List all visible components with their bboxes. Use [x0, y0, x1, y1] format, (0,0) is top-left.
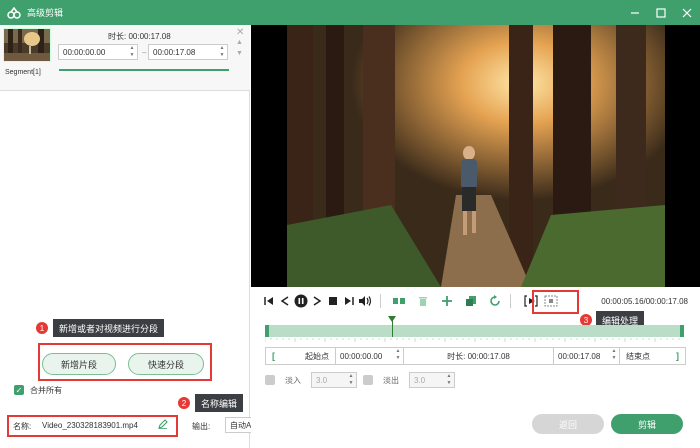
split-icon[interactable] [391, 293, 407, 309]
step-back-icon[interactable] [277, 293, 293, 309]
annotation-3-highlight [532, 290, 579, 314]
segment-close-icon[interactable]: ✕ [236, 27, 244, 38]
segment-start-field[interactable]: 00:00:00.00 ▲ ▼ [58, 44, 138, 60]
fade-in-label: 淡入 [285, 375, 301, 385]
name-label: 名称: [13, 422, 32, 431]
filename-input[interactable]: Video_230328183901.mp4 [42, 421, 138, 430]
trim-end-value: 00:00:17.08 [558, 351, 601, 361]
trim-duration: 时长: 00:00:17.08 [404, 348, 554, 364]
trim-start-value: 00:00:00.00 [340, 351, 383, 361]
pause-icon[interactable] [293, 293, 309, 309]
trim-end-spinner[interactable]: ▲ ▼ [611, 349, 617, 361]
end-point-button[interactable]: 结束点 ] [620, 348, 685, 364]
trim-start-field[interactable]: 00:00:00.00 ▲ ▼ [336, 348, 404, 364]
merge-all-label: 合并所有 [30, 386, 62, 395]
annotation-2-label: 名称编辑 [195, 394, 244, 412]
add-icon[interactable] [439, 293, 455, 309]
quick-split-button[interactable]: 快速分段 [128, 353, 204, 375]
segment-end-field[interactable]: 00:00:17.08 ▲ ▼ [148, 44, 228, 60]
go-to-end-icon[interactable] [341, 293, 357, 309]
delete-icon[interactable] [415, 293, 431, 309]
timeline-track[interactable] [265, 316, 684, 337]
timeline-ticks [265, 338, 680, 342]
fade-in-spinner[interactable]: ▲ ▼ [348, 374, 354, 386]
fade-in-input[interactable]: 3.0 ▲ ▼ [311, 372, 357, 388]
fade-out-value: 3.0 [414, 375, 426, 385]
reset-icon[interactable] [487, 293, 503, 309]
trim-duration-value: 时长: 00:00:17.08 [447, 351, 510, 361]
fade-out-label: 淡出 [383, 375, 399, 385]
segment-end-value: 00:00:17.08 [153, 47, 196, 57]
return-button[interactable]: 返回 [532, 414, 604, 434]
segment-up-icon[interactable]: ▲ [236, 39, 243, 46]
segment-progress-bar [59, 69, 229, 71]
fade-out-spinner[interactable]: ▲ ▼ [446, 374, 452, 386]
segment-name: Segment[1] [5, 69, 41, 76]
trim-start-spinner[interactable]: ▲ ▼ [395, 349, 401, 361]
fade-in-value: 3.0 [316, 375, 328, 385]
title-bar: 高级剪辑 [0, 0, 700, 25]
close-icon[interactable] [680, 6, 694, 20]
start-point-button[interactable]: [ 起始点 [266, 348, 336, 364]
segment-thumbnail [3, 28, 51, 62]
segment-dash: – [142, 48, 147, 57]
trim-end-field[interactable]: 00:00:17.08 ▲ ▼ [554, 348, 620, 364]
add-segment-button[interactable]: 新增片段 [42, 353, 116, 375]
step-forward-icon[interactable] [309, 293, 325, 309]
fade-in-checkbox[interactable] [265, 375, 275, 385]
window-title: 高级剪辑 [27, 8, 64, 18]
timeline-end-handle[interactable] [680, 325, 684, 337]
volume-icon[interactable] [357, 293, 373, 309]
start-point-label: 起始点 [305, 351, 329, 361]
stop-icon[interactable] [325, 293, 341, 309]
merge-all-checkbox[interactable]: ✓ [14, 385, 24, 395]
video-preview[interactable] [251, 25, 700, 287]
segment-panel: Segment[1] 时长: 00:00:17.08 00:00:00.00 ▲… [0, 25, 345, 448]
end-point-label: 结束点 [626, 351, 650, 361]
end-bracket: ] [676, 351, 679, 361]
segment-start-spinner[interactable]: ▲ ▼ [129, 46, 135, 58]
trim-row: [ 起始点 00:00:00.00 ▲ ▼ 时长: 00:00:17.08 00:… [265, 347, 686, 365]
segment-end-spinner[interactable]: ▲ ▼ [219, 46, 225, 58]
go-to-start-icon[interactable] [261, 293, 277, 309]
fade-in-group: 淡入 3.0 ▲ ▼ [265, 372, 357, 388]
minimize-icon[interactable] [628, 6, 642, 20]
edit-name-icon[interactable] [158, 419, 168, 431]
clip-button[interactable]: 剪辑 [611, 414, 683, 434]
app-logo-icon [3, 6, 25, 19]
segment-duration: 时长: 00:00:17.08 [108, 32, 171, 41]
preview-panel: 00:00:05.16/00:00:17.08 3 编辑处理 [ 起始点 00:… [251, 25, 700, 448]
maximize-icon[interactable] [654, 6, 668, 20]
fade-out-checkbox[interactable] [363, 375, 373, 385]
fade-out-input[interactable]: 3.0 ▲ ▼ [409, 372, 455, 388]
copy-icon[interactable] [463, 293, 479, 309]
timeline-start-handle[interactable] [265, 325, 269, 337]
video-frame [251, 25, 700, 287]
fade-out-group: 淡出 3.0 ▲ ▼ [363, 372, 455, 388]
start-bracket: [ [272, 351, 275, 361]
output-label: 输出: [192, 422, 211, 431]
annotation-1-label: 新增或者对视频进行分段 [53, 319, 165, 337]
segment-card[interactable]: Segment[1] 时长: 00:00:17.08 00:00:00.00 ▲… [0, 25, 250, 91]
annotation-2-badge: 2 [178, 397, 190, 409]
time-display: 00:00:05.16/00:00:17.08 [601, 296, 688, 306]
segment-down-icon[interactable]: ▼ [236, 50, 243, 57]
segment-start-value: 00:00:00.00 [63, 47, 106, 57]
playhead-line [392, 317, 393, 337]
annotation-1-badge: 1 [36, 322, 48, 334]
